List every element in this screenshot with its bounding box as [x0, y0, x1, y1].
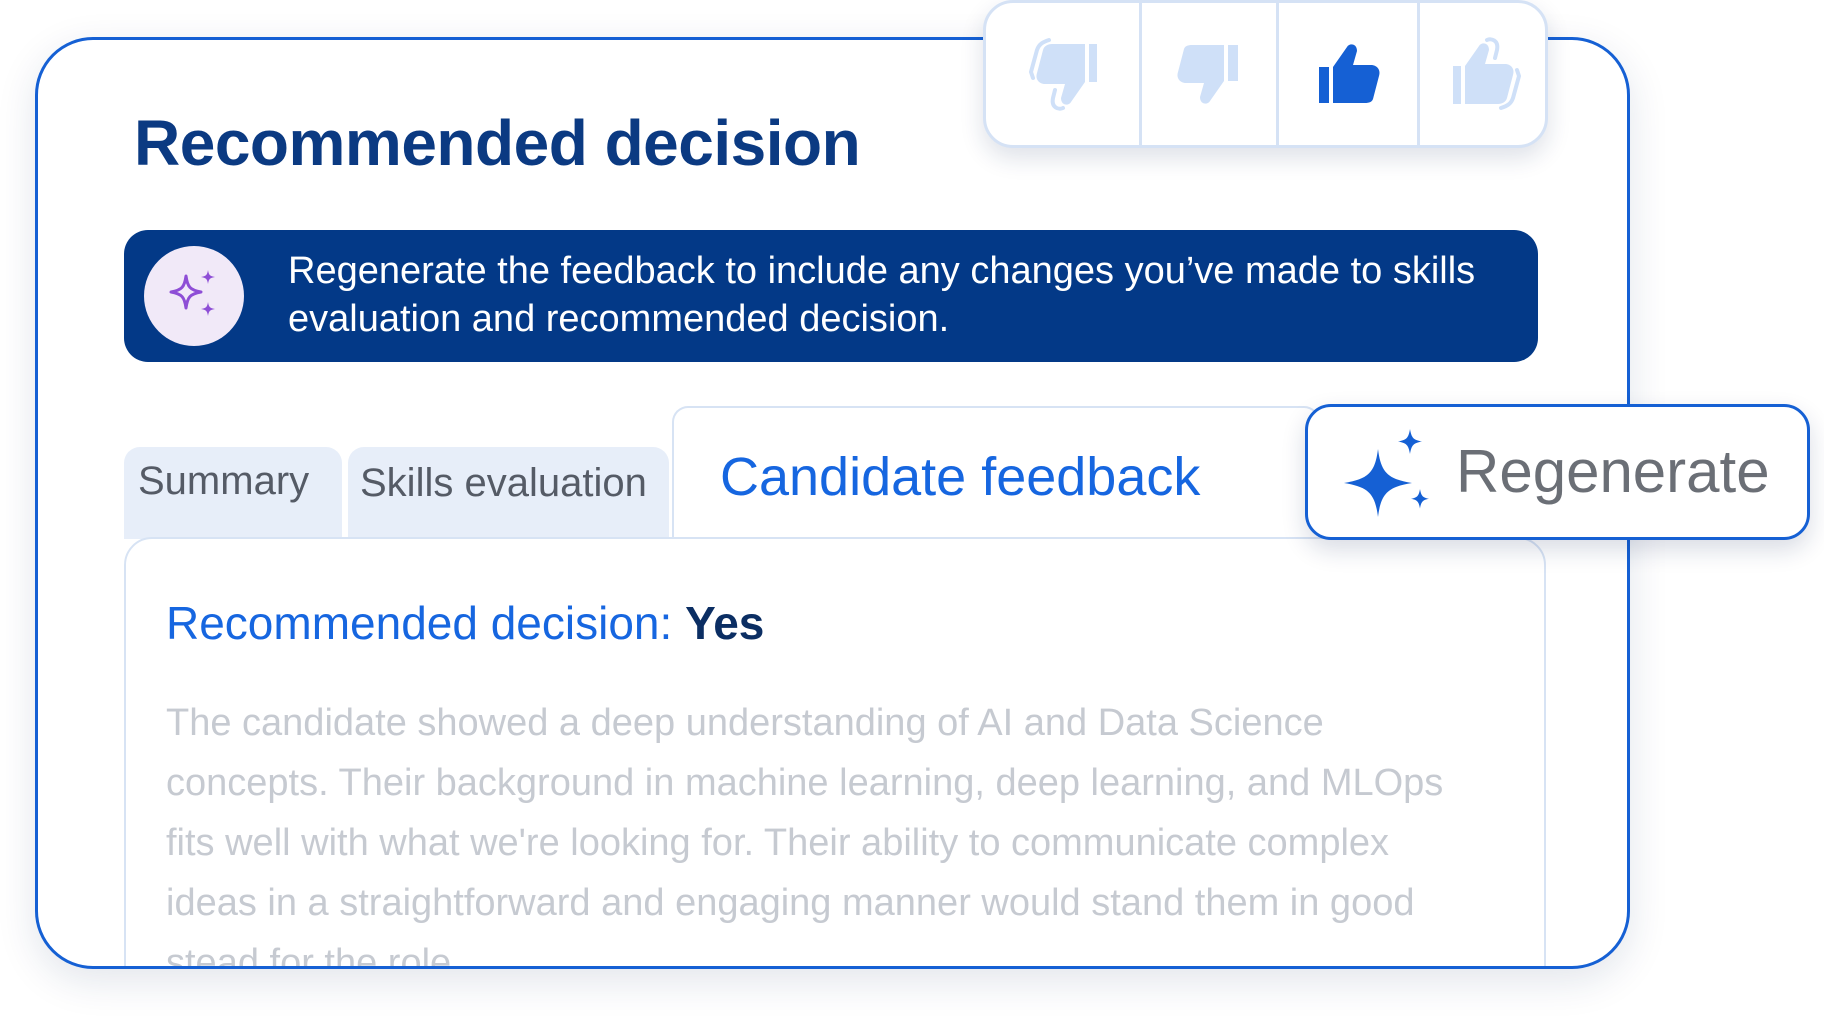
regenerate-label: Regenerate [1456, 438, 1770, 505]
feedback-text: The candidate showed a deep understandin… [166, 702, 1444, 969]
rate-strongly-negative-button[interactable] [986, 3, 1142, 145]
thumbs-up-icon [1319, 44, 1380, 103]
thumbs-down-icon [1177, 45, 1238, 104]
decision-value: Yes [685, 597, 765, 649]
regenerate-notice-banner: Regenerate the feedback to include any c… [124, 230, 1538, 362]
double-thumbs-up-icon [1453, 37, 1522, 110]
decision-label: Recommended decision: [166, 597, 673, 649]
tab-summary[interactable]: Summary [124, 447, 342, 539]
double-thumbs-down-icon [1028, 38, 1097, 111]
rate-strongly-positive-button[interactable] [1420, 3, 1545, 145]
rate-positive-button[interactable] [1279, 3, 1420, 145]
page-title: Recommended decision [134, 107, 861, 179]
regenerate-button[interactable]: Regenerate [1305, 404, 1810, 540]
tab-candidate-feedback[interactable]: Candidate feedback [672, 406, 1320, 539]
candidate-feedback-panel: Recommended decision: Yes The candidate … [124, 537, 1546, 969]
recommended-decision-line: Recommended decision: Yes [166, 596, 764, 650]
banner-text: Regenerate the feedback to include any c… [288, 250, 1476, 340]
tab-skills-evaluation[interactable]: Skills evaluation [348, 447, 669, 539]
rate-negative-button[interactable] [1142, 3, 1279, 145]
sparkles-icon [1344, 429, 1429, 517]
sparkles-icon [144, 246, 244, 346]
feedback-rating-toolbar [983, 0, 1548, 148]
